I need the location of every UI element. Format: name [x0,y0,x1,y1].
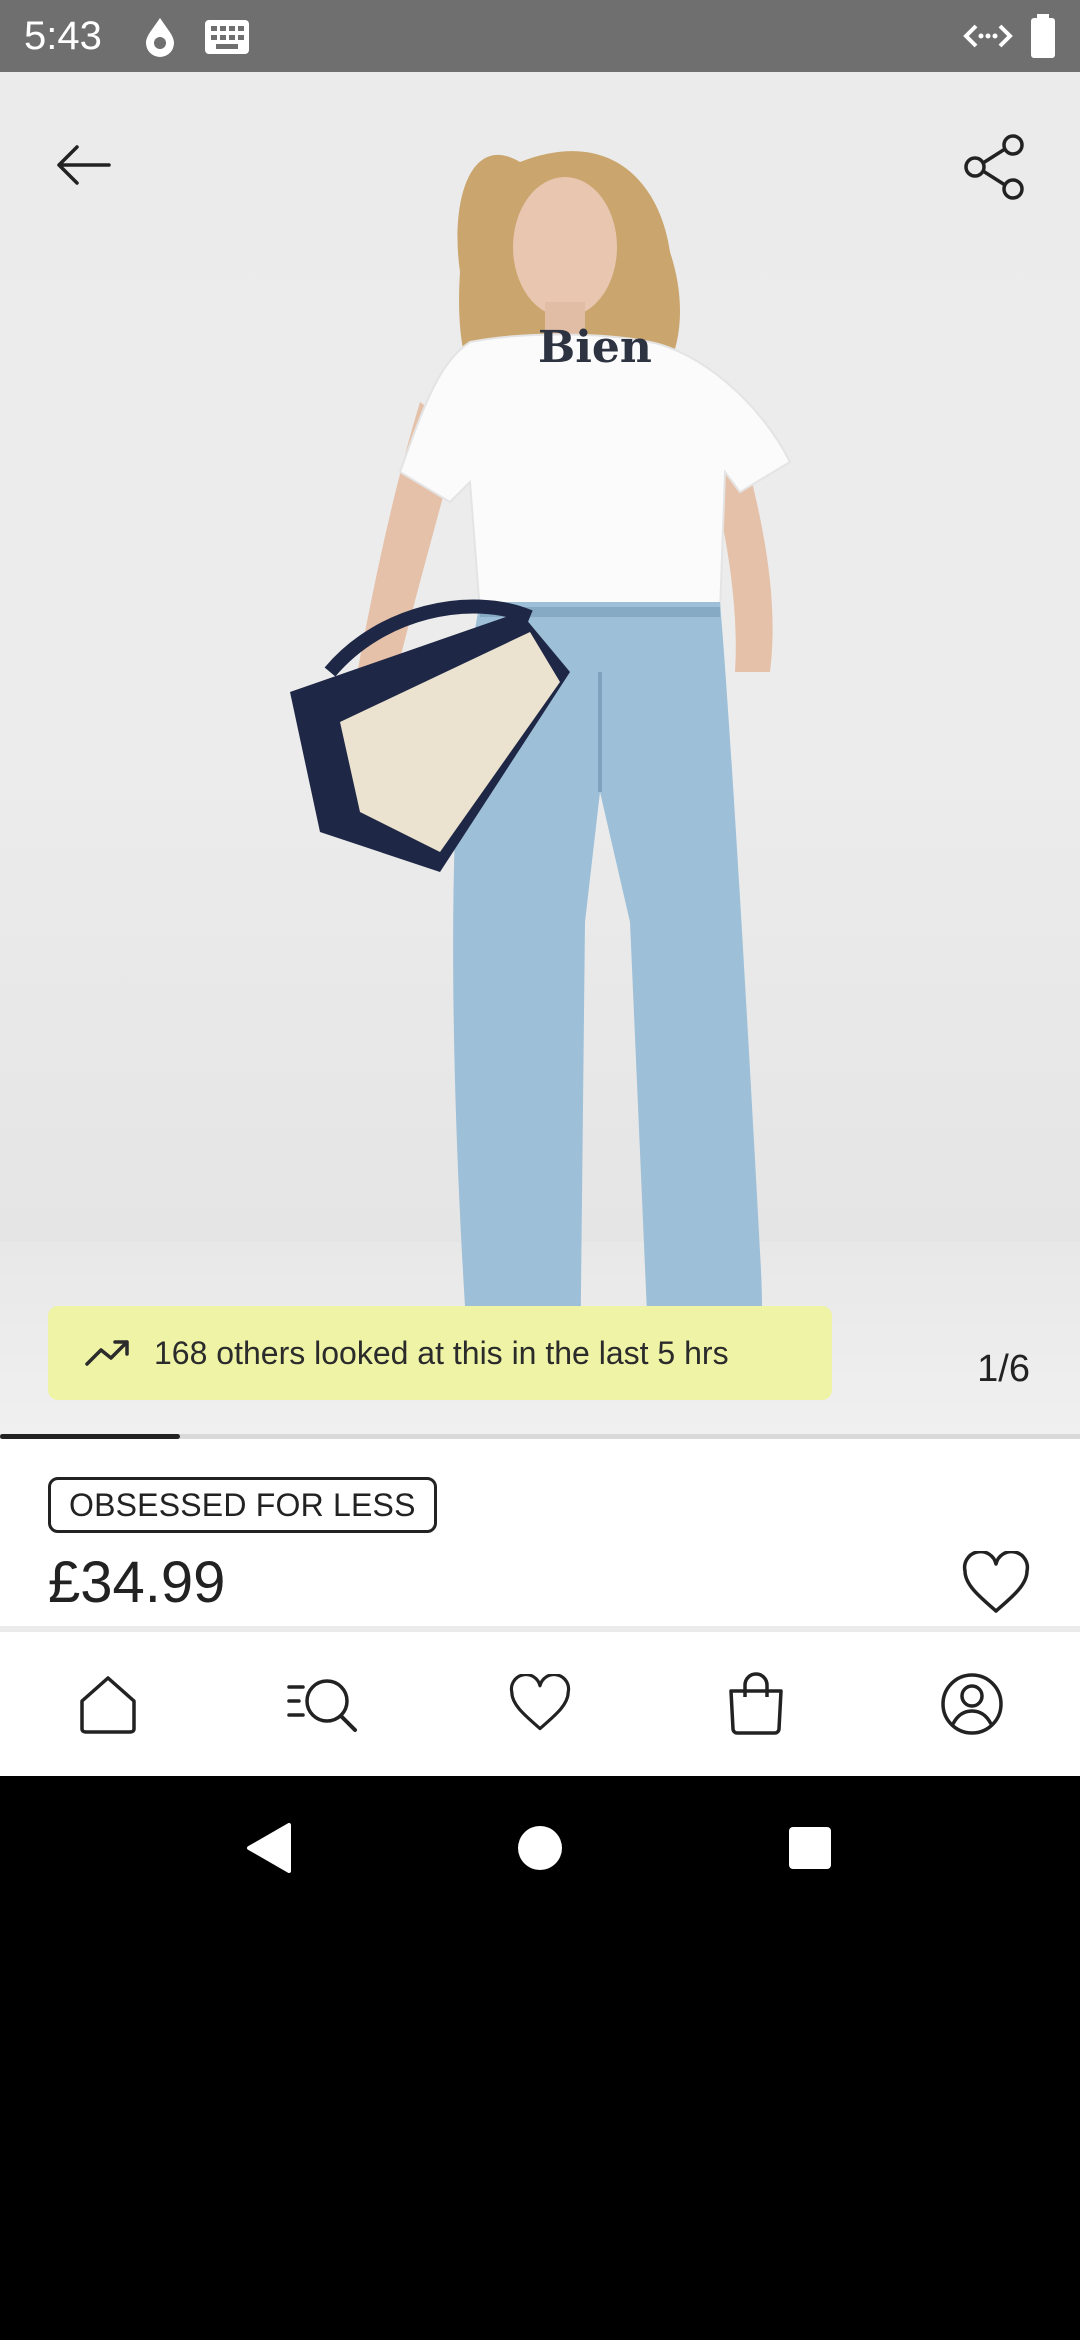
nav-search[interactable] [264,1644,384,1764]
account-icon [941,1673,1003,1735]
model-photo [290,151,792,1404]
system-recents-button[interactable] [770,1808,850,1888]
status-bar: 5:43 [0,0,1080,72]
keyboard-icon [202,14,252,62]
trending-banner: 168 others looked at this in the last 5 … [48,1306,832,1400]
search-icon [287,1679,357,1732]
system-nav-bar [0,1776,1080,1920]
share-icon [964,134,1024,200]
collection-badge: OBSESSED FOR LESS [48,1477,437,1533]
status-time: 5:43 [24,14,102,58]
nav-bag[interactable] [696,1644,816,1764]
system-home-button[interactable] [500,1808,580,1888]
shirt-print-text: Bien [538,322,652,373]
wishlist-button[interactable] [960,1549,1032,1617]
bag-icon [729,1672,783,1735]
circle-home-icon [518,1826,562,1870]
back-arrow-icon [57,145,111,185]
image-counter: 1/6 [977,1348,1030,1390]
nav-account[interactable] [912,1644,1032,1764]
heart-icon [962,1549,1030,1613]
home-icon [80,1676,136,1734]
battery-icon [1028,14,1058,64]
back-button[interactable] [28,110,138,220]
share-button[interactable] [940,112,1050,222]
product-image[interactable]: Bien 168 others looked at this in the la… [0,72,1080,1438]
triangle-back-icon [247,1823,291,1873]
wishlist-icon [509,1674,571,1731]
bottom-nav [0,1632,1080,1776]
nav-home[interactable] [48,1644,168,1764]
trending-text: 168 others looked at this in the last 5 … [154,1334,729,1371]
system-back-button[interactable] [228,1808,308,1888]
trending-up-icon [85,1340,129,1366]
nav-wishlist[interactable] [480,1644,600,1764]
product-price: £34.99 [48,1550,226,1615]
square-recents-icon [789,1827,831,1869]
product-info: OBSESSED FOR LESS £34.99 [0,1439,1080,1629]
drop-icon [140,14,180,62]
code-icon [962,14,1014,62]
